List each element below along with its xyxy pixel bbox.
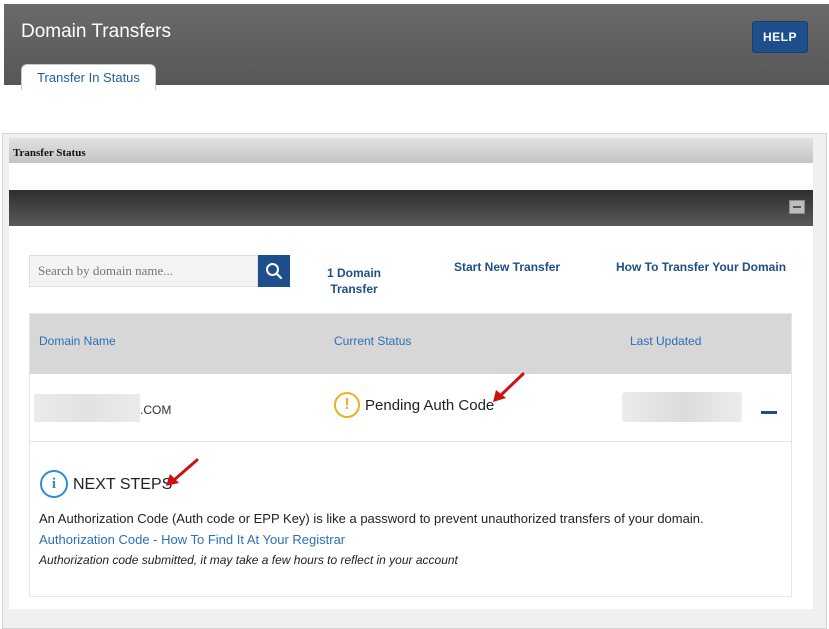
redacted-domain-name: [34, 394, 140, 422]
redacted-last-updated: [622, 392, 742, 422]
search-button[interactable]: [258, 255, 290, 287]
collapse-button[interactable]: [789, 200, 805, 214]
page-header: Domain Transfers HELP Transfer In Status: [4, 4, 829, 90]
table-row: .COM ! Pending Auth Code: [30, 374, 791, 442]
annotation-arrow-icon: [493, 372, 525, 402]
transfers-table: Domain Name Current Status Last Updated …: [29, 313, 792, 597]
domain-suffix: .COM: [140, 403, 172, 417]
domain-count-link[interactable]: 1 Domain Transfer: [309, 265, 399, 297]
auth-code-help-link[interactable]: Authorization Code - How To Find It At Y…: [39, 532, 345, 547]
info-icon: i: [40, 470, 68, 498]
section-bar: [9, 190, 813, 226]
panel-content: 1 Domain Transfer Start New Transfer How…: [9, 163, 813, 609]
search-input[interactable]: [29, 255, 258, 287]
collapse-row-icon[interactable]: [761, 411, 777, 414]
auth-code-note: Authorization code submitted, it may tak…: [39, 553, 458, 567]
how-to-transfer-link[interactable]: How To Transfer Your Domain: [616, 260, 786, 274]
help-button[interactable]: HELP: [752, 21, 808, 53]
start-new-transfer-link[interactable]: Start New Transfer: [454, 260, 560, 274]
auth-code-description: An Authorization Code (Auth code or EPP …: [39, 511, 704, 526]
tab-transfer-in-status[interactable]: Transfer In Status: [21, 64, 156, 90]
column-last-updated[interactable]: Last Updated: [630, 334, 701, 348]
minus-icon: [793, 206, 801, 208]
annotation-arrow-icon: [166, 458, 199, 486]
transfer-status-panel: Transfer Status 1 Domain Transfer Start …: [2, 133, 827, 629]
status-text: Pending Auth Code: [365, 397, 495, 414]
warning-icon: !: [334, 392, 360, 418]
table-header: Domain Name Current Status Last Updated: [30, 314, 791, 374]
panel-title: Transfer Status: [9, 138, 813, 163]
next-steps-heading: NEXT STEPS: [73, 476, 173, 493]
page-title: Domain Transfers: [21, 21, 171, 42]
column-current-status[interactable]: Current Status: [334, 334, 411, 348]
column-domain-name[interactable]: Domain Name: [39, 334, 116, 348]
search-icon: [266, 263, 283, 280]
